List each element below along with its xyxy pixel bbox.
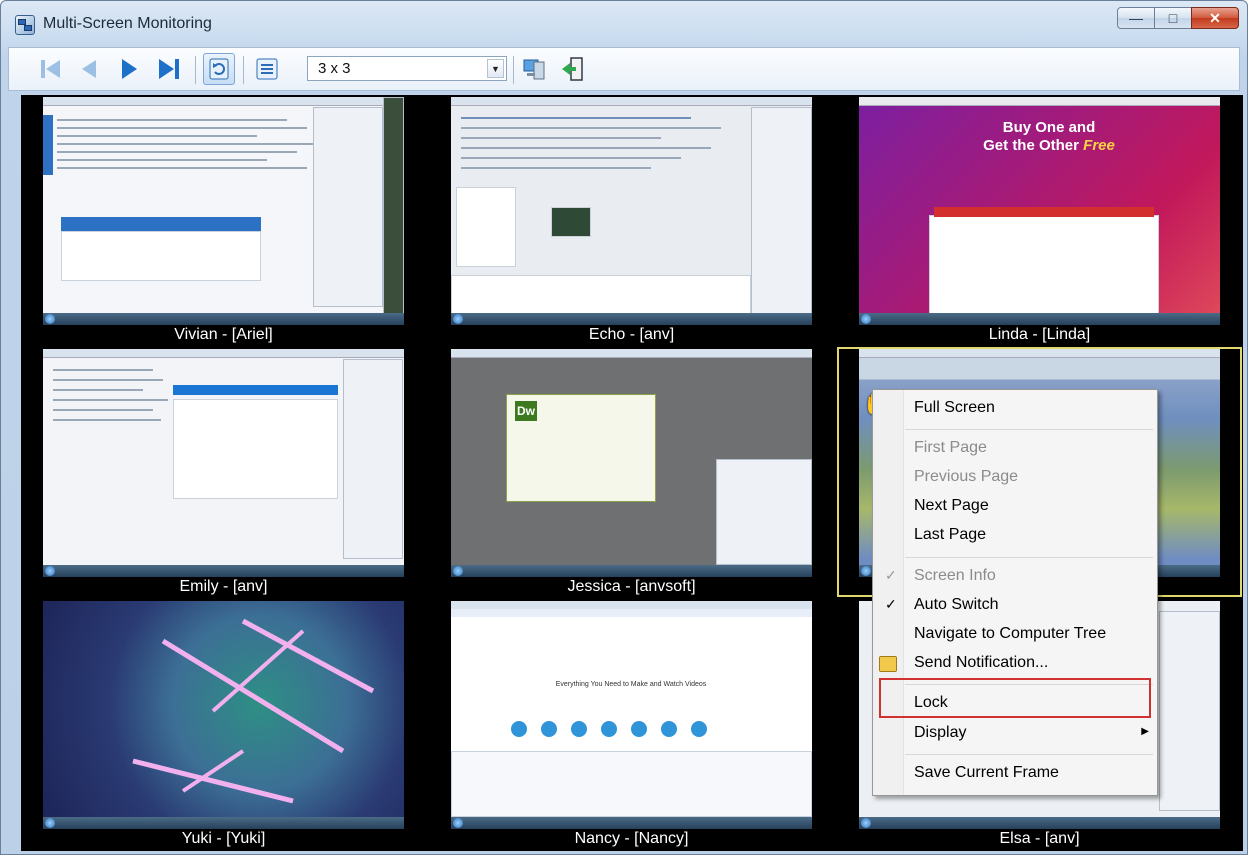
menu-last-page[interactable]: Last Page: [914, 526, 986, 544]
next-page-button[interactable]: [113, 53, 145, 85]
screen-thumbnail: [43, 349, 404, 577]
exit-icon: [562, 57, 583, 81]
screen-info-button[interactable]: [251, 53, 283, 85]
context-menu-gutter: [873, 390, 904, 795]
dreamweaver-welcome: Dw: [506, 394, 656, 502]
screen-tile-emily[interactable]: Emily - [anv]: [21, 347, 426, 597]
screen-tile-vivian[interactable]: Vivian - [Ariel]: [21, 95, 426, 345]
screen-thumbnail: Dw: [451, 349, 812, 577]
header-strip: [61, 217, 261, 231]
next-page-icon: [122, 59, 137, 79]
screen-tile-yuki[interactable]: Yuki - [Yuki]: [21, 599, 426, 849]
menu-lock[interactable]: Lock: [914, 694, 948, 712]
close-button[interactable]: ✕: [1191, 7, 1239, 29]
computer-icon: [523, 59, 545, 80]
menu-next-page[interactable]: Next Page: [914, 497, 989, 515]
menu-previous-page[interactable]: Previous Page: [914, 468, 1018, 486]
ad-card: [929, 215, 1159, 315]
menu-save-current-frame[interactable]: Save Current Frame: [914, 764, 1059, 782]
menu-navigate-computer-tree[interactable]: Navigate to Computer Tree: [914, 625, 1106, 643]
screen-tile-linda[interactable]: Buy One and Get the Other Free Linda - […: [837, 95, 1242, 345]
minimize-button[interactable]: —: [1117, 7, 1155, 29]
screen-caption: Elsa - [anv]: [999, 830, 1080, 847]
menu-display[interactable]: Display: [914, 724, 966, 742]
window-title: Multi-Screen Monitoring: [43, 15, 212, 32]
ad-headline: Buy One and Get the Other Free: [983, 119, 1115, 154]
app-icon: [15, 15, 35, 35]
computer-tree-button[interactable]: [519, 53, 551, 85]
check-icon: ✓: [885, 567, 897, 583]
title-bar[interactable]: Multi-Screen Monitoring — □ ✕: [1, 1, 1247, 47]
menu-auto-switch[interactable]: Auto Switch: [914, 596, 998, 614]
menu-separator: [905, 429, 1153, 430]
tree-panel: [751, 107, 812, 317]
menu-screen-info[interactable]: Screen Info: [914, 567, 996, 585]
screen-caption: Vivian - [Ariel]: [174, 326, 273, 343]
last-page-icon: [159, 59, 179, 79]
screen-caption: Nancy - [Nancy]: [574, 830, 689, 847]
check-icon: ✓: [885, 596, 897, 612]
layout-value: 3 x 3: [318, 60, 351, 77]
context-menu-thumb: [456, 187, 516, 267]
screen-thumbnail: Everything You Need to Make and Watch Vi…: [451, 601, 812, 829]
toolbar-separator: [243, 56, 244, 84]
screen-caption: Yuki - [Yuki]: [181, 830, 266, 847]
side-panel: [313, 107, 383, 307]
maximize-button[interactable]: □: [1154, 7, 1192, 29]
feature-icons: [511, 721, 707, 737]
screen-caption: Jessica - [anvsoft]: [567, 578, 696, 595]
taskbar: [451, 817, 812, 829]
screen-caption: Echo - [anv]: [588, 326, 675, 343]
list-icon: [256, 58, 278, 80]
taskbar: [859, 313, 1220, 325]
notification-icon: [879, 656, 897, 672]
auto-switch-icon: [209, 58, 229, 80]
last-page-button[interactable]: [153, 53, 185, 85]
exit-button[interactable]: [557, 53, 589, 85]
toolbar-separator: [195, 56, 196, 84]
menu-first-page[interactable]: First Page: [914, 439, 987, 457]
first-page-icon: [41, 60, 60, 78]
screen-tile-nancy[interactable]: Everything You Need to Make and Watch Vi…: [429, 599, 834, 849]
screen-tile-echo[interactable]: Echo - [anv]: [429, 95, 834, 345]
toolbar: 3 x 3 ▼: [8, 47, 1240, 91]
desktop-wallpaper: [132, 618, 375, 804]
auto-switch-button[interactable]: [203, 53, 235, 85]
screen-thumbnail: Buy One and Get the Other Free: [859, 97, 1220, 325]
app-menubar: [43, 97, 404, 106]
menu-full-screen[interactable]: Full Screen: [914, 399, 995, 417]
submenu-arrow-icon: ▶: [1141, 726, 1149, 737]
editor-gutter: [43, 115, 53, 175]
menu-separator: [905, 754, 1153, 755]
previous-page-icon: [82, 60, 96, 78]
menu-separator: [905, 557, 1153, 558]
screen-thumbnail: [451, 97, 812, 325]
toolbar-separator: [513, 56, 514, 84]
screen-caption: Linda - [Linda]: [988, 326, 1091, 343]
window-controls: — □ ✕: [1117, 7, 1239, 29]
start-button-icon: [45, 314, 55, 324]
screen-thumbnail: [43, 97, 404, 325]
taskbar: [43, 565, 404, 577]
taskbar: [43, 313, 404, 325]
layout-select[interactable]: 3 x 3 ▼: [307, 56, 507, 81]
taskbar: [859, 817, 1220, 829]
taskbar: [43, 817, 404, 829]
doc-table: [61, 231, 261, 281]
taskbar: [451, 313, 812, 325]
screen-thumbnail: [43, 601, 404, 829]
context-menu: Full Screen First Page Previous Page Nex…: [872, 389, 1158, 796]
taskbar: [451, 565, 812, 577]
previous-page-button[interactable]: [73, 53, 105, 85]
screen-caption: Emily - [anv]: [179, 578, 268, 595]
screen-tile-jessica[interactable]: Dw Jessica - [anvsoft]: [429, 347, 834, 597]
chevron-down-icon[interactable]: ▼: [487, 59, 504, 78]
menu-send-notification[interactable]: Send Notification...: [914, 654, 1048, 672]
first-page-button[interactable]: [35, 53, 67, 85]
